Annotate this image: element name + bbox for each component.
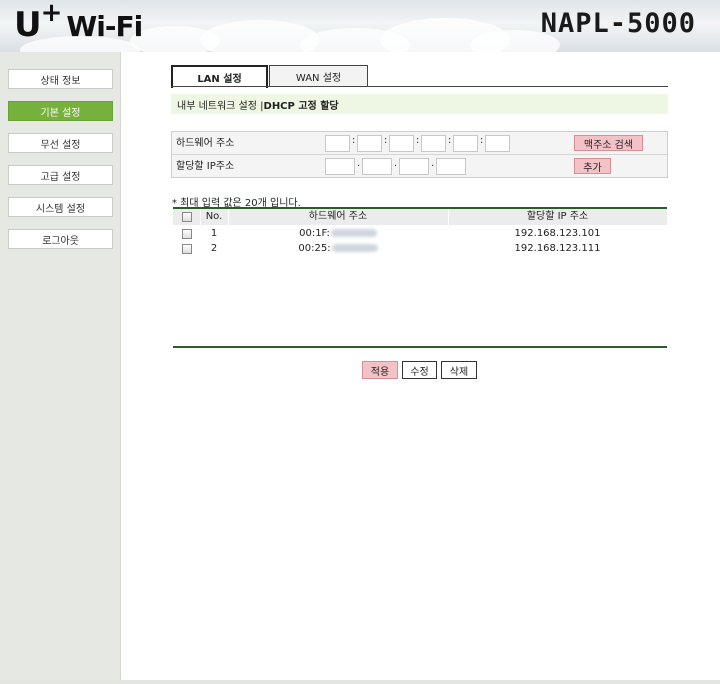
mac-octet-5-input[interactable] [453, 135, 478, 152]
dhcp-form: 하드웨어 주소 : : : : : 맥주소 검색 할당할 IP주소 . . . … [171, 131, 668, 178]
table-row: 2 00:25: 192.168.123.111 [173, 241, 667, 257]
logo-u: U [14, 5, 42, 45]
sidebar-item-basic-settings[interactable]: 기본 설정 [8, 101, 113, 121]
ip-octet-1-input[interactable] [325, 158, 355, 175]
row-checkbox[interactable] [182, 229, 192, 239]
logo-plus: + [40, 0, 63, 28]
footer-strip [0, 680, 720, 684]
edit-button[interactable]: 수정 [402, 361, 437, 379]
tab-divider [171, 86, 668, 87]
brand-logo: U + Wi-Fi [14, 0, 143, 48]
delete-button[interactable]: 삭제 [441, 361, 477, 379]
sidebar-item-advanced-settings[interactable]: 고급 설정 [8, 165, 113, 185]
tab-lan-settings[interactable]: LAN 설정 [171, 65, 268, 88]
mac-separator: : [480, 135, 484, 146]
sidebar-item-system-settings[interactable]: 시스템 설정 [8, 197, 113, 217]
column-header-mac: 하드웨어 주소 [308, 211, 368, 222]
mac-octet-1-input[interactable] [325, 135, 350, 152]
ip-address-row: 할당할 IP주소 . . . 추가 [172, 155, 667, 178]
mac-address-row: 하드웨어 주소 : : : : : 맥주소 검색 [172, 132, 667, 155]
mac-octet-2-input[interactable] [357, 135, 382, 152]
ip-address-label: 할당할 IP주소 [176, 161, 235, 172]
section-breadcrumb: 내부 네트워크 설정 | DHCP 고정 할당 [171, 94, 668, 114]
sidebar-item-wireless-settings[interactable]: 무선 설정 [8, 133, 113, 153]
logo-wifi: Wi-Fi [66, 10, 143, 43]
ip-separator: . [431, 158, 435, 169]
mac-separator: : [448, 135, 452, 146]
header: U + Wi-Fi NAPL-5000 [0, 0, 720, 52]
column-header-no: No. [205, 211, 223, 222]
column-header-ip: 할당할 IP 주소 [526, 211, 589, 222]
mac-octet-4-input[interactable] [421, 135, 446, 152]
row-mac-address: 00:25: [228, 241, 448, 257]
ip-octet-2-input[interactable] [362, 158, 392, 175]
table-header: No. 하드웨어 주소 할당할 IP 주소 [173, 209, 667, 225]
ip-octet-4-input[interactable] [436, 158, 466, 175]
mac-prefix: 00:25: [298, 243, 331, 254]
mac-octet-3-input[interactable] [389, 135, 414, 152]
redacted-mac [330, 229, 377, 237]
tab-wan-settings[interactable]: WAN 설정 [269, 65, 368, 87]
table-row: 1 00:1F: 192.168.123.101 [173, 226, 667, 242]
row-ip-address: 192.168.123.111 [514, 243, 601, 254]
ip-separator: . [357, 158, 361, 169]
ip-octet-3-input[interactable] [399, 158, 429, 175]
mac-prefix: 00:1F: [299, 228, 330, 239]
mac-address-label: 하드웨어 주소 [176, 138, 235, 149]
redacted-mac [331, 244, 378, 252]
mac-search-button[interactable]: 맥주소 검색 [574, 135, 643, 151]
breadcrumb-path: 내부 네트워크 설정 | [177, 100, 264, 112]
row-checkbox[interactable] [182, 244, 192, 254]
sidebar-item-logout[interactable]: 로그아웃 [8, 229, 113, 249]
apply-button[interactable]: 적용 [362, 361, 398, 379]
row-ip-address: 192.168.123.101 [514, 228, 601, 239]
sidebar-item-status[interactable]: 상태 정보 [8, 69, 113, 89]
row-mac-address: 00:1F: [228, 226, 448, 242]
add-button[interactable]: 추가 [574, 158, 611, 174]
mac-separator: : [352, 135, 356, 146]
select-all-checkbox[interactable] [182, 212, 192, 222]
row-number: 2 [210, 243, 218, 254]
table-bottom-border [173, 346, 667, 348]
ip-separator: . [394, 158, 398, 169]
breadcrumb-current: DHCP 고정 할당 [263, 100, 339, 112]
mac-octet-6-input[interactable] [485, 135, 510, 152]
model-name: NAPL-5000 [540, 8, 696, 39]
row-number: 1 [210, 228, 218, 239]
mac-separator: : [384, 135, 388, 146]
mac-separator: : [416, 135, 420, 146]
